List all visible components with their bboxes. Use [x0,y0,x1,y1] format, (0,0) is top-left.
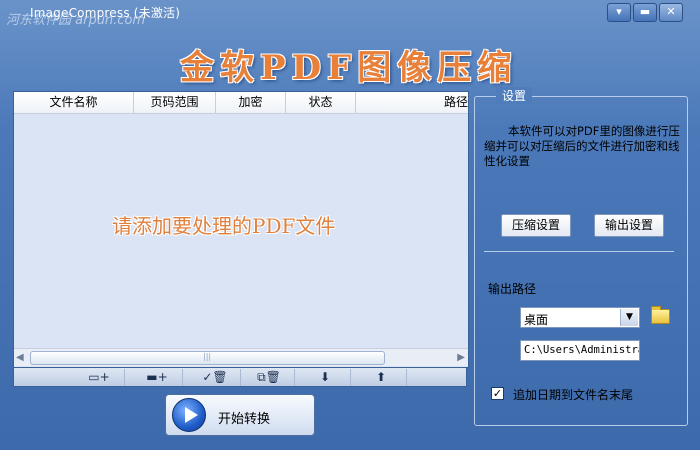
output-path-field[interactable]: C:\Users\Administra [520,340,640,361]
append-date-label: 追加日期到文件名末尾 [513,388,634,402]
add-file-icon: ▭+ [88,370,110,384]
start-convert-label: 开始转换 [218,412,271,427]
move-up-icon: ⬆ [375,370,387,384]
scroll-left-icon[interactable]: ◀ [16,352,24,363]
close-button[interactable]: ✕ [659,3,683,22]
output-path-label: 输出路径 [488,282,537,296]
window-title: ImageCompress (未激活) [30,6,181,20]
output-location-dropdown[interactable]: 桌面 ▼ [520,307,640,328]
append-date-checkbox[interactable]: ✓ [491,387,504,400]
add-file-button[interactable]: ▭+ [74,369,125,386]
empty-list-message: 请添加要处理的PDF文件 [112,214,336,238]
remove-all-icon: ⧉🗑 [257,370,281,384]
scrollbar-thumb[interactable]: ||| [30,351,385,365]
app-banner: 金软PDF图像压缩 [180,48,518,88]
add-folder-icon: ▬+ [146,370,168,384]
column-header-status[interactable]: 状态 [286,92,356,113]
remove-checked-button[interactable]: ✓🗑 [190,369,241,386]
output-settings-button[interactable]: 输出设置 [594,214,664,237]
horizontal-scrollbar[interactable]: ◀ ||| ▶ [14,348,468,366]
move-down-icon: ⬇ [319,370,331,384]
settings-divider [484,251,674,252]
chevron-down-icon[interactable]: ▼ [620,309,638,326]
column-header-page-range[interactable]: 页码范围 [134,92,216,113]
move-down-button[interactable]: ⬇ [300,369,351,386]
list-toolbar: ▭+ ▬+ ✓🗑 ⧉🗑 ⬇ ⬆ [13,367,467,387]
title-bar: 河东软件园 arpun.com ImageCompress (未激活) ▾ ▬ … [0,0,700,28]
compress-settings-button[interactable]: 压缩设置 [501,214,571,237]
start-convert-button[interactable]: 开始转换 [165,394,315,436]
settings-title: 设置 [496,87,533,104]
remove-checked-icon: ✓🗑 [202,370,228,384]
play-icon [172,398,206,432]
settings-description: 本软件可以对PDF里的图像进行压缩并可以对压缩后的文件进行加密和线性化设置 [484,124,680,168]
scroll-right-icon[interactable]: ▶ [457,352,465,363]
move-up-button[interactable]: ⬆ [356,369,407,386]
add-folder-button[interactable]: ▬+ [132,369,183,386]
scrollbar-grip-icon: ||| [203,352,212,361]
remove-all-button[interactable]: ⧉🗑 [244,369,295,386]
column-header-path[interactable]: 路径 [356,92,468,113]
column-header-encryption[interactable]: 加密 [216,92,286,113]
minimize-button[interactable]: ▾ [607,3,631,22]
column-header-filename[interactable]: 文件名称 [14,92,134,113]
output-location-value: 桌面 [524,313,549,327]
folder-icon[interactable] [651,306,670,324]
file-list[interactable]: 文件名称 页码范围 加密 状态 路径 请添加要处理的PDF文件 ◀ ||| ▶ [13,91,469,368]
maximize-button[interactable]: ▬ [633,3,657,22]
file-list-header: 文件名称 页码范围 加密 状态 路径 [14,92,468,114]
